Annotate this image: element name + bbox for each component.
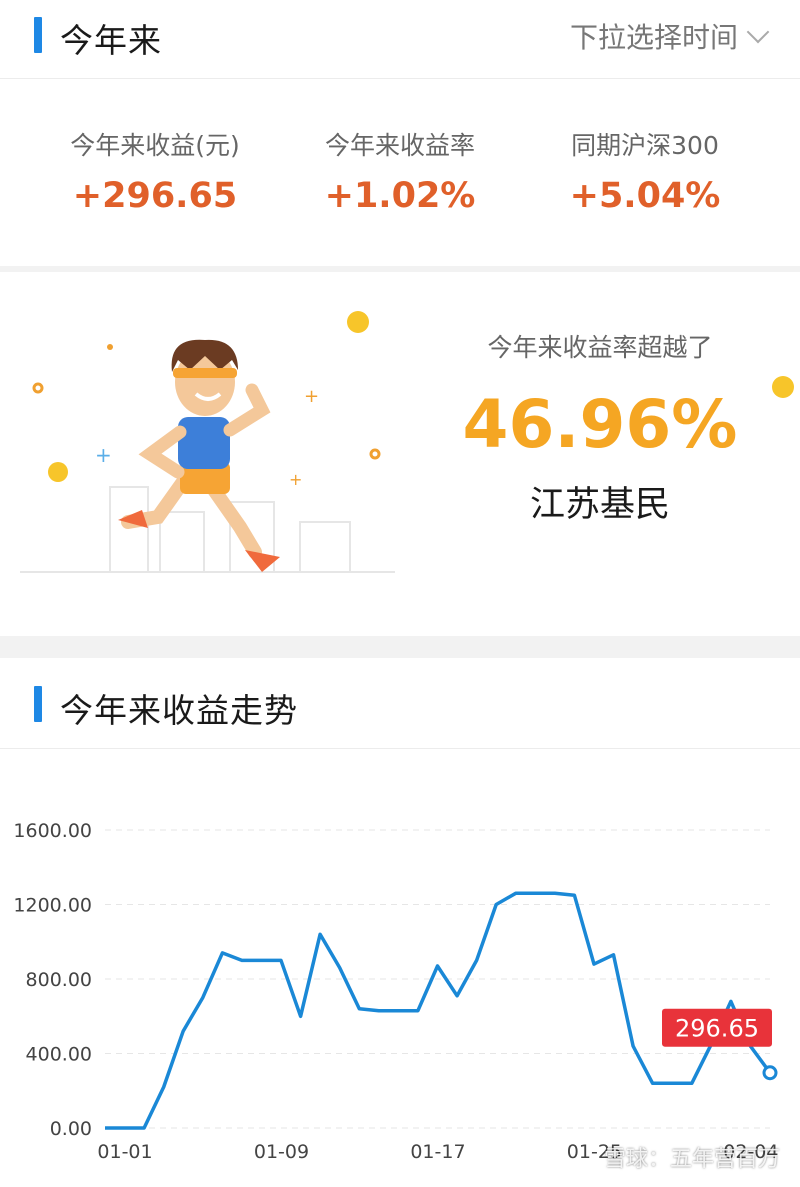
time-range-dropdown[interactable]: 下拉选择时间 (569, 16, 770, 56)
stat-csi300: 同期沪深300 +5.04% (515, 126, 775, 216)
runner-illustration: + + + + (20, 311, 395, 573)
coin-icon (772, 376, 794, 398)
watermark: 雪球：五年营百万 (603, 1147, 780, 1172)
sparkle-icon (32, 382, 44, 394)
stat-label: 今年来收益(元) (70, 131, 240, 160)
y-tick-label: 800.00 (26, 969, 92, 991)
x-tick-label: 01-17 (410, 1141, 465, 1163)
y-tick-label: 0.00 (50, 1118, 92, 1140)
city-skyline (20, 486, 395, 573)
beat-region: 江苏基民 (529, 485, 670, 525)
ytd-profit-line-chart[interactable]: 0.00 400.00 800.00 1200.00 1600.00 01-01 01-09… (0, 748, 800, 1187)
sparkle-icon: + (95, 443, 112, 467)
title-accent-bar (34, 686, 42, 722)
summary-card: 今年来 下拉选择时间 今年来收益(元) +296.65 今年来收益率 +1.02… (0, 0, 800, 266)
x-tick-label: 01-09 (254, 1141, 309, 1163)
beat-percent: 46.96% (462, 386, 738, 463)
stat-value: +1.02% (324, 176, 476, 216)
sparkle-icon (369, 448, 381, 460)
stat-ytd-return-rate: 今年来收益率 +1.02% (270, 126, 530, 216)
ranking-card: + + + + 今年来收益率超越了 46.96% 江苏基民 (0, 272, 800, 636)
dropdown-label: 下拉选择时间 (569, 21, 738, 54)
stat-label: 今年来收益率 (324, 131, 475, 160)
trend-title: 今年来收益走势 (60, 691, 298, 730)
y-tick-label: 1200.00 (13, 895, 92, 917)
stat-value: +296.65 (72, 176, 238, 216)
chevron-down-icon (746, 20, 770, 44)
header-divider (0, 78, 800, 79)
stat-value: +5.04% (569, 176, 721, 216)
last-point-marker (762, 1065, 778, 1081)
last-value-label: 296.65 (675, 1015, 759, 1043)
coin-icon (347, 311, 369, 333)
y-tick-label: 1600.00 (13, 820, 92, 842)
stat-ytd-profit: 今年来收益(元) +296.65 (25, 126, 285, 216)
y-tick-label: 400.00 (26, 1044, 92, 1066)
beat-label: 今年来收益率超越了 (487, 333, 713, 362)
title-accent-bar (34, 17, 42, 53)
coin-icon (48, 462, 68, 482)
x-tick-label: 01-01 (97, 1141, 152, 1163)
page-title: 今年来 (60, 21, 162, 60)
runner-figure (118, 339, 280, 572)
sparkle-icon: + (289, 470, 302, 489)
sparkle-icon: + (304, 386, 319, 407)
stat-label: 同期沪深300 (571, 131, 719, 160)
sparkle-icon (107, 344, 113, 350)
